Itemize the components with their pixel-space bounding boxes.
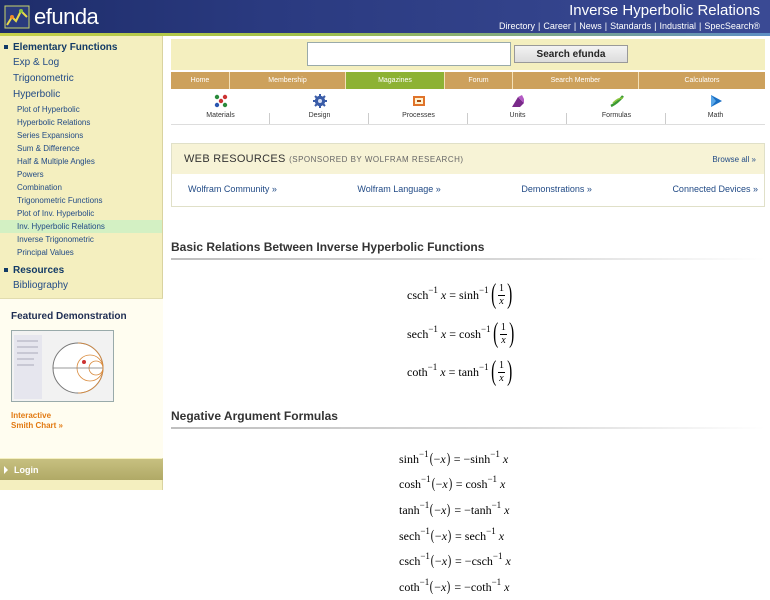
- top-link-directory[interactable]: Directory: [499, 21, 535, 31]
- sidebar-section-elementary-functions[interactable]: Elementary Functions: [0, 39, 162, 55]
- section-title-negative-argument: Negative Argument Formulas: [171, 409, 338, 423]
- tab-magazines[interactable]: Magazines: [346, 72, 445, 89]
- tab-membership[interactable]: Membership: [230, 72, 346, 89]
- browse-all-link[interactable]: Browse all »: [712, 155, 756, 164]
- sidebar-item-trigonometric-functions[interactable]: Trigonometric Functions: [0, 194, 162, 207]
- category-units[interactable]: Units: [468, 89, 567, 125]
- section-divider: [171, 258, 765, 260]
- category-design[interactable]: Design: [270, 89, 369, 125]
- top-link-news[interactable]: News: [579, 21, 602, 31]
- top-link-career[interactable]: Career: [543, 21, 571, 31]
- formula-neg-atanh: tanh −1(− x) = − tanh −1 x: [399, 500, 510, 518]
- logo-mark-icon: [4, 5, 30, 29]
- sidebar-item-sum-difference[interactable]: Sum & Difference: [0, 142, 162, 155]
- category-processes[interactable]: Processes: [369, 89, 468, 125]
- sidebar-item-half-multiple-angles[interactable]: Half & Multiple Angles: [0, 155, 162, 168]
- tab-forum[interactable]: Forum: [445, 72, 513, 89]
- formula-neg-asech: sech −1(− x) = sech −1 x: [399, 526, 505, 544]
- smith-chart-icon: [12, 331, 113, 401]
- web-resources-title: WEB RESOURCES (SPONSORED BY WOLFRAM RESE…: [184, 153, 464, 165]
- link-wolfram-community[interactable]: Wolfram Community »: [188, 184, 277, 194]
- featured-title: Featured Demonstration: [11, 311, 127, 322]
- tab-search-member[interactable]: Search Member: [513, 72, 639, 89]
- search-input[interactable]: [307, 42, 511, 66]
- logo-text: efunda: [34, 4, 99, 29]
- main-nav: Home Membership Magazines Forum Search M…: [171, 72, 765, 89]
- formula-neg-asinh: sinh −1(− x) = − sinh −1 x: [399, 449, 509, 467]
- web-resources-panel: WEB RESOURCES (SPONSORED BY WOLFRAM RESE…: [171, 143, 765, 207]
- tab-home[interactable]: Home: [171, 72, 230, 89]
- sidebar-item-hyperbolic[interactable]: Hyperbolic: [0, 87, 162, 103]
- link-connected-devices[interactable]: Connected Devices »: [672, 184, 758, 194]
- sidebar-item-series-expansions[interactable]: Series Expansions: [0, 129, 162, 142]
- math-icon: [710, 95, 722, 107]
- search-bar: Search efunda: [171, 39, 765, 70]
- section-divider: [171, 427, 765, 429]
- category-formulas[interactable]: Formulas: [567, 89, 666, 125]
- sidebar-item-inv-hyperbolic-relations[interactable]: Inv. Hyperbolic Relations: [0, 220, 162, 233]
- tab-calculators[interactable]: Calculators: [639, 72, 765, 89]
- bullet-square-icon: [4, 268, 8, 272]
- login-label: Login: [14, 464, 39, 475]
- section-title-basic-relations: Basic Relations Between Inverse Hyperbol…: [171, 240, 485, 254]
- category-materials[interactable]: Materials: [171, 89, 270, 125]
- sidebar-item-inverse-trigonometric[interactable]: Inverse Trigonometric: [0, 233, 162, 246]
- formula-neg-acosh: cosh −1(− x) = cosh −1 x: [399, 474, 506, 492]
- materials-icon: [214, 94, 227, 108]
- page-title: Inverse Hyperbolic Relations: [569, 2, 760, 19]
- sidebar-item-trigonometric[interactable]: Trigonometric: [0, 71, 162, 87]
- formula-acsch: csch −1 x = sinh −1 (1 x): [407, 279, 513, 310]
- left-sidebar: Elementary Functions Exp & Log Trigonome…: [0, 36, 163, 490]
- sidebar-item-bibliography[interactable]: Bibliography: [0, 278, 162, 294]
- formulas-icon: [609, 95, 624, 108]
- site-header: efunda Inverse Hyperbolic Relations Dire…: [0, 0, 770, 36]
- processes-icon: [412, 96, 425, 106]
- formula-acoth: coth −1 x = tanh −1 (1 x): [407, 356, 513, 387]
- formula-neg-acsch: csch −1(− x) = − csch −1 x: [399, 551, 511, 569]
- sidebar-item-plot-of-hyperbolic[interactable]: Plot of Hyperbolic: [0, 103, 162, 116]
- sidebar-item-hyperbolic-relations[interactable]: Hyperbolic Relations: [0, 116, 162, 129]
- sidebar-item-exp-log[interactable]: Exp & Log: [0, 55, 162, 71]
- design-icon: [312, 94, 327, 108]
- formula-neg-acoth: coth −1(− x) = − coth −1 x: [399, 577, 510, 595]
- sidebar-section-resources[interactable]: Resources: [0, 262, 162, 278]
- sidebar-item-powers[interactable]: Powers: [0, 168, 162, 181]
- top-link-specsearch[interactable]: SpecSearch®: [704, 21, 760, 31]
- search-button[interactable]: Search efunda: [514, 45, 628, 63]
- top-link-standards[interactable]: Standards: [610, 21, 651, 31]
- efunda-logo[interactable]: efunda: [4, 4, 99, 30]
- top-link-industrial[interactable]: Industrial: [659, 21, 696, 31]
- bullet-square-icon: [4, 45, 8, 49]
- smith-chart-thumbnail[interactable]: [11, 330, 114, 402]
- featured-link[interactable]: Interactive Smith Chart »: [11, 411, 63, 431]
- top-links: Directory | Career | News | Standards | Indu…: [499, 21, 760, 31]
- link-wolfram-language[interactable]: Wolfram Language »: [357, 184, 440, 194]
- category-icons: Materials Design Processes Units Formula…: [171, 89, 765, 125]
- sidebar-item-principal-values[interactable]: Principal Values: [0, 246, 162, 259]
- sidebar-item-combination[interactable]: Combination: [0, 181, 162, 194]
- login-button[interactable]: Login: [0, 459, 163, 480]
- link-demonstrations[interactable]: Demonstrations »: [521, 184, 592, 194]
- units-icon: [511, 95, 524, 107]
- arrow-right-icon: [4, 465, 8, 474]
- sidebar-item-plot-of-inv-hyperbolic[interactable]: Plot of Inv. Hyperbolic: [0, 207, 162, 220]
- formula-asech: sech −1 x = cosh −1 (1 x): [407, 318, 515, 349]
- category-math[interactable]: Math: [666, 89, 765, 125]
- featured-demonstration: Featured Demonstration Interactive Smith…: [0, 298, 163, 458]
